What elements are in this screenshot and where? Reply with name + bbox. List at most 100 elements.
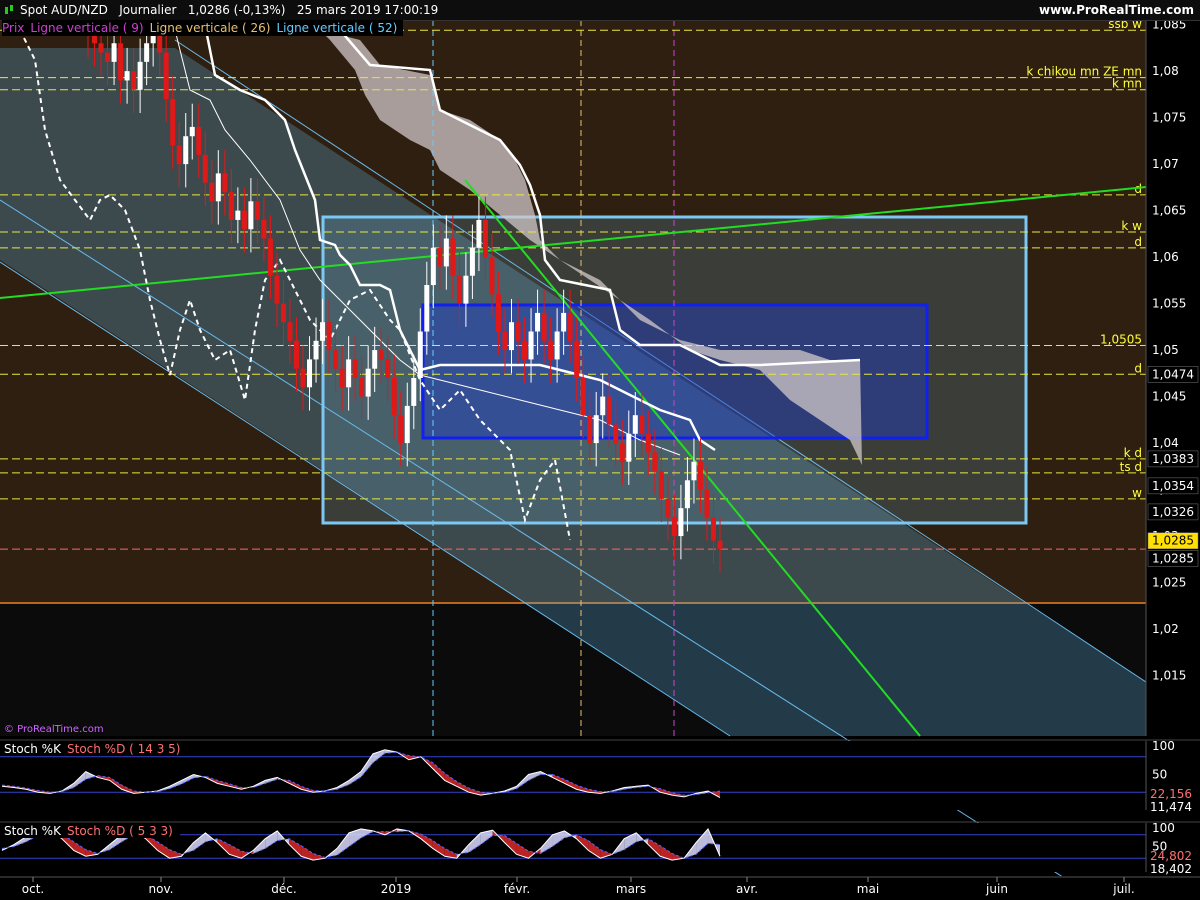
candle-body [196,126,202,155]
candle-body [339,368,345,388]
level-label: d [1134,235,1142,249]
candle-body [710,517,716,541]
candle-body [613,424,619,444]
time-tick-label: déc. [271,882,296,896]
candle-body [391,378,397,416]
candle-body [580,378,586,416]
candle-body [535,312,541,332]
candle-body [359,378,365,397]
stoch-d-title: Stoch %D ( 14 3 5) [67,742,180,756]
legend-item: Ligne verticale ( 52) [276,21,398,35]
stoch-title: Stoch %K [4,824,62,838]
price-tick-label: 1,08 [1152,64,1179,78]
candle-body [509,322,515,351]
candle-body [626,433,632,462]
time-tick-label: nov. [149,882,174,896]
candle-body [385,359,391,378]
price-tick-label: 1,04 [1152,436,1179,450]
stoch-title: Stoch %K [4,742,62,756]
time-tick-label: 2019 [381,882,412,896]
candle-body [515,322,521,341]
candle-body [254,201,260,220]
price-tick-label: 1,07 [1152,157,1179,171]
candle-body [567,312,573,341]
candle-body [189,126,195,137]
candle-body [593,415,599,444]
candle-body [619,443,625,462]
candle-body [606,396,612,425]
candle-body [183,136,189,165]
candle-body [267,238,273,276]
candle-body [704,489,710,518]
legend-item: Ligne verticale ( 26) [149,21,271,35]
stoch-tick: 100 [1152,739,1175,753]
candle-body [678,508,684,537]
candle-body [293,340,299,369]
legend-item: Ligne verticale ( 9) [30,21,144,35]
candle-body [632,415,638,434]
candle-body [456,275,462,304]
candle-body [554,331,560,360]
time-tick-label: févr. [504,882,530,896]
candle-body [541,312,547,341]
price-tick-label: 1,025 [1152,576,1186,590]
candle-body [443,238,449,267]
candle-body [398,415,404,444]
stoch-d-title: Stoch %D ( 5 3 3) [67,824,173,838]
price-tick-label: 1,055 [1152,297,1186,311]
candle-body [671,517,677,537]
candle-body [170,99,176,146]
candle-body [111,43,117,62]
candle-body [228,192,234,220]
watermark: © ProRealTime.com [4,724,104,735]
candle-body [717,540,723,550]
level-label: d [1134,361,1142,375]
candle-body [300,368,306,388]
price-tick-label: 1,02 [1152,622,1179,636]
candle-body [684,480,690,509]
candle-body [645,433,651,453]
candle-logo-icon [5,5,13,14]
candle-body [665,498,671,518]
stoch-tick: 50 [1152,768,1167,782]
candle-body [346,359,352,388]
candle-body [137,61,143,90]
price-box-label: 1,0285 [1152,551,1194,565]
candle-body [489,257,495,295]
candle-body [378,350,384,360]
level-label: k mn [1112,77,1142,91]
candle-body [352,359,358,378]
level-label: 1,0505 [1100,332,1142,346]
level-label: w [1132,486,1142,500]
candle-body [437,247,443,267]
candle-body [697,461,703,490]
candle-body [222,173,228,193]
time-tick-label: oct. [22,882,44,896]
candle-body [561,312,567,332]
candle-body [502,331,508,351]
candle-body [372,350,378,369]
time-tick-label: juin [985,882,1008,896]
candle-body [587,415,593,444]
candle-body [476,219,482,248]
candle-body [574,340,580,378]
time-tick-label: juil. [1112,882,1134,896]
price-box-label: 1,0474 [1152,367,1194,381]
candle-body [495,294,501,332]
price-tick-label: 1,05 [1152,343,1179,357]
candle-body [105,52,111,62]
candle-body [691,461,697,481]
title-bar: Spot AUD/NZD Journalier 1,0286 (-0,13%) … [0,0,1200,21]
brand-link[interactable]: www.ProRealTime.com [1039,0,1194,20]
price-tick-label: 1,065 [1152,204,1186,218]
candle-body [209,182,215,202]
time-tick-label: avr. [736,882,758,896]
candle-body [450,238,456,276]
stoch-k-value: 18,402 [1150,862,1192,876]
candle-body [411,378,417,406]
candle-body [280,303,286,323]
candle-body [202,154,208,183]
candle-body [118,43,124,81]
price-tick-label: 1,075 [1152,111,1186,125]
candle-body [417,331,423,378]
